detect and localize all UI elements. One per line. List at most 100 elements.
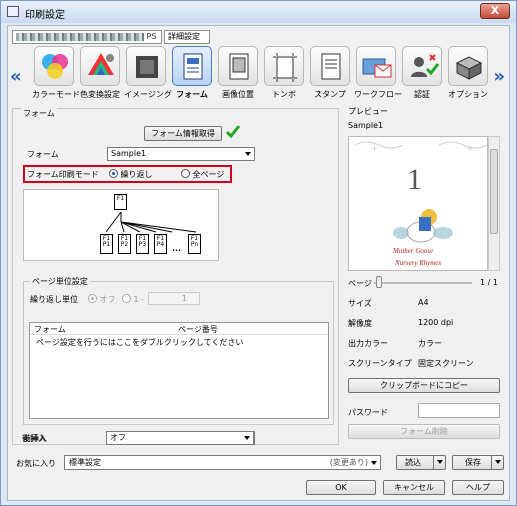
diagram-ellipsis: ... (172, 244, 182, 253)
category-workflow[interactable]: ワークフロー (354, 46, 402, 100)
favorites-label: お気に入り (16, 459, 56, 468)
diagram-page: F1 Pn (188, 234, 201, 254)
category-authentication[interactable]: 認証 (400, 46, 444, 100)
printer-name-redacted (16, 32, 144, 41)
repeat-range-radio[interactable]: 1 - (122, 294, 144, 304)
repeat-off-radio[interactable]: オフ (88, 294, 116, 305)
info-key: スクリーンタイプ (348, 359, 412, 368)
diagram-page: F1 P3 (136, 234, 149, 254)
chevron-down-icon[interactable] (491, 456, 503, 469)
category-stamp[interactable]: スタンプ (308, 46, 352, 100)
preview-form-name: Sample1 (348, 121, 384, 130)
close-button[interactable]: X (480, 3, 510, 19)
scroll-left-icon[interactable]: « (10, 66, 22, 87)
list-item[interactable]: ページ設定を行うにはここをダブルクリックしてください (30, 335, 328, 350)
list-header: フォーム ページ番号 (30, 323, 328, 335)
radio-selected-icon (88, 294, 97, 303)
form-select-value: Sample1 (111, 149, 147, 158)
info-value: A4 (418, 298, 429, 307)
radio-unselected-icon (122, 294, 131, 303)
preview-page-number: 1 (407, 163, 422, 196)
radio-selected-icon (109, 169, 118, 178)
check-icon (225, 125, 241, 139)
category-options[interactable]: オプション (446, 46, 490, 100)
form-select[interactable]: Sample1 (107, 147, 255, 161)
form-panel: フォーム フォーム情報取得 フォーム Sample1 フォーム印刷モード 繰り返… (12, 108, 339, 445)
chevron-down-icon (245, 152, 251, 156)
get-form-info-button[interactable]: フォーム情報取得 (144, 126, 222, 141)
page-unit-panel: ページ単位設定 繰り返し単位 オフ 1 - 1 フォーム ページ番号 ページ設定 (23, 276, 334, 425)
mode-repeat-label: 繰り返し (120, 170, 153, 179)
form-mode-diagram: F1 F1 P1 F1 P2 F1 P3 F1 P4 ... F1 Pn (23, 189, 219, 261)
printer-icon (7, 6, 19, 17)
print-settings-window: 印刷設定 X PS 詳細設定 « カラーモード 色変換設定 イメージング フォー… (0, 0, 517, 506)
category-label: オプション (448, 90, 488, 99)
repeat-unit-label: 繰り返し単位 (30, 295, 78, 304)
tab-advanced[interactable]: 詳細設定 (164, 30, 210, 44)
back-insert-select[interactable]: オフ (106, 431, 254, 445)
window-title: 印刷設定 (25, 10, 65, 21)
category-color-mode[interactable]: カラーモード (32, 46, 80, 100)
column-form[interactable]: フォーム (34, 324, 66, 335)
save-button[interactable]: 保存 (452, 455, 504, 470)
preview-art-subtitle: Nursery Rhymes (394, 259, 441, 267)
diagram-page: F1 P2 (118, 234, 131, 254)
column-page-number[interactable]: ページ番号 (178, 324, 218, 335)
tab-ps-label: PS (146, 32, 157, 41)
form-group-label: フォーム (21, 108, 57, 119)
category-label: フォーム (176, 90, 208, 99)
color-mode-icon (34, 46, 74, 86)
password-field[interactable] (418, 403, 500, 418)
category-crop-marks[interactable]: トンボ (262, 46, 306, 100)
preview-scrollbar[interactable] (488, 136, 500, 271)
category-form[interactable]: フォーム (170, 46, 214, 100)
ok-button[interactable]: OK (306, 480, 376, 495)
mode-all-pages-radio[interactable]: 全ページ (181, 169, 224, 180)
diagram-page-number: P3 (138, 241, 147, 248)
info-key: サイズ (348, 299, 372, 308)
category-label: 色変換設定 (80, 90, 120, 99)
mode-all-label: 全ページ (192, 170, 225, 179)
dialog-body: PS 詳細設定 « カラーモード 色変換設定 イメージング フォーム 画像位置 … (7, 25, 510, 501)
repeat-range-label: 1 - (133, 295, 145, 304)
page-slider-track[interactable] (374, 282, 472, 284)
scroll-right-icon[interactable]: » (493, 66, 505, 87)
page-label: ページ (348, 279, 372, 288)
form-label: フォーム (27, 150, 59, 159)
category-label: トンボ (272, 90, 296, 99)
save-button-label: 保存 (465, 458, 481, 467)
page-unit-group-label: ページ単位設定 (30, 276, 90, 287)
copy-to-clipboard-button[interactable]: クリップボードにコピー (348, 378, 500, 393)
info-output-color: 出力カラー カラー (348, 338, 442, 349)
help-button[interactable]: ヘルプ (452, 480, 504, 495)
repeat-unit-spinner[interactable]: 1 (148, 292, 200, 305)
cancel-button[interactable]: キャンセル (383, 480, 445, 495)
favorites-select[interactable]: 標準設定 (変更あり) (64, 455, 381, 470)
load-button[interactable]: 読込 (396, 455, 446, 470)
tab-ps[interactable]: PS (12, 30, 162, 44)
page-slider-thumb[interactable] (376, 276, 382, 288)
chevron-down-icon (244, 436, 250, 440)
imaging-icon (126, 46, 166, 86)
diagram-page: F1 P4 (154, 234, 167, 254)
diagram-page-number: P1 (102, 241, 111, 248)
scrollbar-thumb[interactable] (490, 149, 498, 234)
form-icon (172, 46, 212, 86)
diagram-page-number: P4 (156, 241, 165, 248)
page-form-list[interactable]: フォーム ページ番号 ページ設定を行うにはここをダブルクリックしてください (29, 322, 329, 419)
diagram-page-number: P2 (120, 241, 129, 248)
crop-marks-icon (264, 46, 304, 86)
category-toolbar: カラーモード 色変換設定 イメージング フォーム 画像位置 トンボ スタンプ ワ… (32, 46, 488, 106)
preview-panel: プレビュー Sample1 + + 1 Mother Goose Nursery (344, 107, 507, 445)
chevron-down-icon[interactable] (433, 456, 445, 469)
preview-group-label: プレビュー (348, 107, 388, 116)
image-position-icon (218, 46, 258, 86)
category-imaging[interactable]: イメージング (124, 46, 172, 100)
password-label: パスワード (348, 408, 388, 417)
category-image-position[interactable]: 画像位置 (216, 46, 260, 100)
category-color-conversion[interactable]: 色変換設定 (78, 46, 122, 100)
diagram-page-number: Pn (190, 241, 199, 248)
mode-repeat-radio[interactable]: 繰り返し (109, 169, 153, 180)
delete-form-button[interactable]: フォーム削除 (348, 424, 500, 439)
diagram-page: F1 P1 (100, 234, 113, 254)
